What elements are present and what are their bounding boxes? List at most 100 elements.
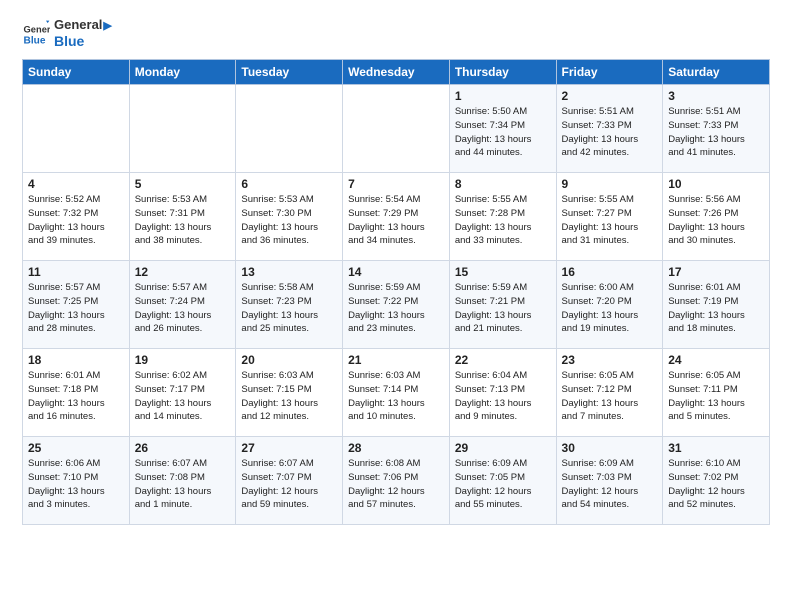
day-number: 22 xyxy=(455,353,551,367)
day-number: 19 xyxy=(135,353,231,367)
day-info: Sunrise: 6:09 AM Sunset: 7:03 PM Dayligh… xyxy=(562,457,658,512)
day-info: Sunrise: 5:50 AM Sunset: 7:34 PM Dayligh… xyxy=(455,105,551,160)
day-number: 21 xyxy=(348,353,444,367)
calendar-cell xyxy=(343,85,450,173)
day-info: Sunrise: 6:02 AM Sunset: 7:17 PM Dayligh… xyxy=(135,369,231,424)
calendar-cell: 14 Sunrise: 5:59 AM Sunset: 7:22 PM Dayli… xyxy=(343,261,450,349)
calendar-cell: 2 Sunrise: 5:51 AM Sunset: 7:33 PM Daylig… xyxy=(556,85,663,173)
day-number: 5 xyxy=(135,177,231,191)
calendar-cell: 15 Sunrise: 5:59 AM Sunset: 7:21 PM Dayli… xyxy=(449,261,556,349)
day-number: 14 xyxy=(348,265,444,279)
weekday-header-row: SundayMondayTuesdayWednesdayThursdayFrid… xyxy=(23,60,770,85)
day-info: Sunrise: 5:57 AM Sunset: 7:25 PM Dayligh… xyxy=(28,281,124,336)
day-number: 20 xyxy=(241,353,337,367)
calendar-cell: 28 Sunrise: 6:08 AM Sunset: 7:06 PM Dayli… xyxy=(343,437,450,525)
day-number: 27 xyxy=(241,441,337,455)
weekday-header-friday: Friday xyxy=(556,60,663,85)
day-number: 11 xyxy=(28,265,124,279)
calendar-cell: 30 Sunrise: 6:09 AM Sunset: 7:03 PM Dayli… xyxy=(556,437,663,525)
day-info: Sunrise: 6:09 AM Sunset: 7:05 PM Dayligh… xyxy=(455,457,551,512)
weekday-header-sunday: Sunday xyxy=(23,60,130,85)
calendar-cell xyxy=(236,85,343,173)
calendar-table: SundayMondayTuesdayWednesdayThursdayFrid… xyxy=(22,59,770,525)
calendar-cell: 9Sunrise: 5:55 AM Sunset: 7:27 PM Daylig… xyxy=(556,173,663,261)
day-number: 18 xyxy=(28,353,124,367)
day-number: 9 xyxy=(562,177,658,191)
calendar-week-row: 25 Sunrise: 6:06 AM Sunset: 7:10 PM Dayli… xyxy=(23,437,770,525)
calendar-cell: 3Sunrise: 5:51 AM Sunset: 7:33 PM Daylig… xyxy=(663,85,770,173)
calendar-cell: 10Sunrise: 5:56 AM Sunset: 7:26 PM Dayli… xyxy=(663,173,770,261)
day-info: Sunrise: 6:05 AM Sunset: 7:11 PM Dayligh… xyxy=(668,369,764,424)
day-number: 29 xyxy=(455,441,551,455)
calendar-cell: 16Sunrise: 6:00 AM Sunset: 7:20 PM Dayli… xyxy=(556,261,663,349)
calendar-week-row: 11 Sunrise: 5:57 AM Sunset: 7:25 PM Dayli… xyxy=(23,261,770,349)
day-number: 30 xyxy=(562,441,658,455)
svg-text:General: General xyxy=(24,24,50,34)
day-number: 7 xyxy=(348,177,444,191)
calendar-cell: 6Sunrise: 5:53 AM Sunset: 7:30 PM Daylig… xyxy=(236,173,343,261)
day-number: 1 xyxy=(455,89,551,103)
day-number: 17 xyxy=(668,265,764,279)
day-info: Sunrise: 6:03 AM Sunset: 7:15 PM Dayligh… xyxy=(241,369,337,424)
calendar-cell: 24 Sunrise: 6:05 AM Sunset: 7:11 PM Dayli… xyxy=(663,349,770,437)
calendar-cell xyxy=(23,85,130,173)
calendar-cell: 7 Sunrise: 5:54 AM Sunset: 7:29 PM Daylig… xyxy=(343,173,450,261)
day-info: Sunrise: 5:55 AM Sunset: 7:28 PM Dayligh… xyxy=(455,193,551,248)
day-number: 8 xyxy=(455,177,551,191)
day-info: Sunrise: 5:58 AM Sunset: 7:23 PM Dayligh… xyxy=(241,281,337,336)
day-info: Sunrise: 6:07 AM Sunset: 7:07 PM Dayligh… xyxy=(241,457,337,512)
calendar-cell: 27 Sunrise: 6:07 AM Sunset: 7:07 PM Dayli… xyxy=(236,437,343,525)
calendar-week-row: 4 Sunrise: 5:52 AM Sunset: 7:32 PM Daylig… xyxy=(23,173,770,261)
weekday-header-wednesday: Wednesday xyxy=(343,60,450,85)
calendar-cell: 26Sunrise: 6:07 AM Sunset: 7:08 PM Dayli… xyxy=(129,437,236,525)
calendar-cell: 5 Sunrise: 5:53 AM Sunset: 7:31 PM Daylig… xyxy=(129,173,236,261)
day-info: Sunrise: 5:52 AM Sunset: 7:32 PM Dayligh… xyxy=(28,193,124,248)
calendar-cell: 31 Sunrise: 6:10 AM Sunset: 7:02 PM Dayli… xyxy=(663,437,770,525)
svg-text:Blue: Blue xyxy=(24,35,46,46)
weekday-header-tuesday: Tuesday xyxy=(236,60,343,85)
day-number: 4 xyxy=(28,177,124,191)
logo-general: General▶ xyxy=(54,18,112,33)
calendar-cell: 4 Sunrise: 5:52 AM Sunset: 7:32 PM Daylig… xyxy=(23,173,130,261)
day-number: 16 xyxy=(562,265,658,279)
weekday-header-saturday: Saturday xyxy=(663,60,770,85)
day-number: 12 xyxy=(135,265,231,279)
day-info: Sunrise: 6:06 AM Sunset: 7:10 PM Dayligh… xyxy=(28,457,124,512)
logo: General Blue General▶ Blue xyxy=(22,18,112,49)
day-number: 31 xyxy=(668,441,764,455)
day-info: Sunrise: 6:08 AM Sunset: 7:06 PM Dayligh… xyxy=(348,457,444,512)
day-info: Sunrise: 5:57 AM Sunset: 7:24 PM Dayligh… xyxy=(135,281,231,336)
calendar-week-row: 18Sunrise: 6:01 AM Sunset: 7:18 PM Dayli… xyxy=(23,349,770,437)
day-number: 28 xyxy=(348,441,444,455)
day-number: 23 xyxy=(562,353,658,367)
day-info: Sunrise: 5:53 AM Sunset: 7:31 PM Dayligh… xyxy=(135,193,231,248)
calendar-cell: 8 Sunrise: 5:55 AM Sunset: 7:28 PM Daylig… xyxy=(449,173,556,261)
day-info: Sunrise: 6:01 AM Sunset: 7:19 PM Dayligh… xyxy=(668,281,764,336)
calendar-cell: 13Sunrise: 5:58 AM Sunset: 7:23 PM Dayli… xyxy=(236,261,343,349)
calendar-cell: 20 Sunrise: 6:03 AM Sunset: 7:15 PM Dayli… xyxy=(236,349,343,437)
calendar-cell: 22Sunrise: 6:04 AM Sunset: 7:13 PM Dayli… xyxy=(449,349,556,437)
calendar-cell: 12 Sunrise: 5:57 AM Sunset: 7:24 PM Dayli… xyxy=(129,261,236,349)
day-info: Sunrise: 6:07 AM Sunset: 7:08 PM Dayligh… xyxy=(135,457,231,512)
logo-blue: Blue xyxy=(54,33,112,49)
calendar-page: General Blue General▶ Blue SundayMondayT… xyxy=(0,0,792,612)
day-info: Sunrise: 5:54 AM Sunset: 7:29 PM Dayligh… xyxy=(348,193,444,248)
calendar-cell xyxy=(129,85,236,173)
day-info: Sunrise: 5:51 AM Sunset: 7:33 PM Dayligh… xyxy=(562,105,658,160)
calendar-cell: 19 Sunrise: 6:02 AM Sunset: 7:17 PM Dayli… xyxy=(129,349,236,437)
calendar-cell: 17 Sunrise: 6:01 AM Sunset: 7:19 PM Dayli… xyxy=(663,261,770,349)
day-number: 3 xyxy=(668,89,764,103)
calendar-cell: 18Sunrise: 6:01 AM Sunset: 7:18 PM Dayli… xyxy=(23,349,130,437)
day-info: Sunrise: 6:10 AM Sunset: 7:02 PM Dayligh… xyxy=(668,457,764,512)
day-info: Sunrise: 5:56 AM Sunset: 7:26 PM Dayligh… xyxy=(668,193,764,248)
calendar-week-row: 1 Sunrise: 5:50 AM Sunset: 7:34 PM Daylig… xyxy=(23,85,770,173)
day-info: Sunrise: 5:59 AM Sunset: 7:22 PM Dayligh… xyxy=(348,281,444,336)
day-info: Sunrise: 5:59 AM Sunset: 7:21 PM Dayligh… xyxy=(455,281,551,336)
weekday-header-monday: Monday xyxy=(129,60,236,85)
day-number: 25 xyxy=(28,441,124,455)
calendar-cell: 21Sunrise: 6:03 AM Sunset: 7:14 PM Dayli… xyxy=(343,349,450,437)
day-number: 24 xyxy=(668,353,764,367)
day-info: Sunrise: 5:53 AM Sunset: 7:30 PM Dayligh… xyxy=(241,193,337,248)
day-number: 15 xyxy=(455,265,551,279)
day-number: 2 xyxy=(562,89,658,103)
